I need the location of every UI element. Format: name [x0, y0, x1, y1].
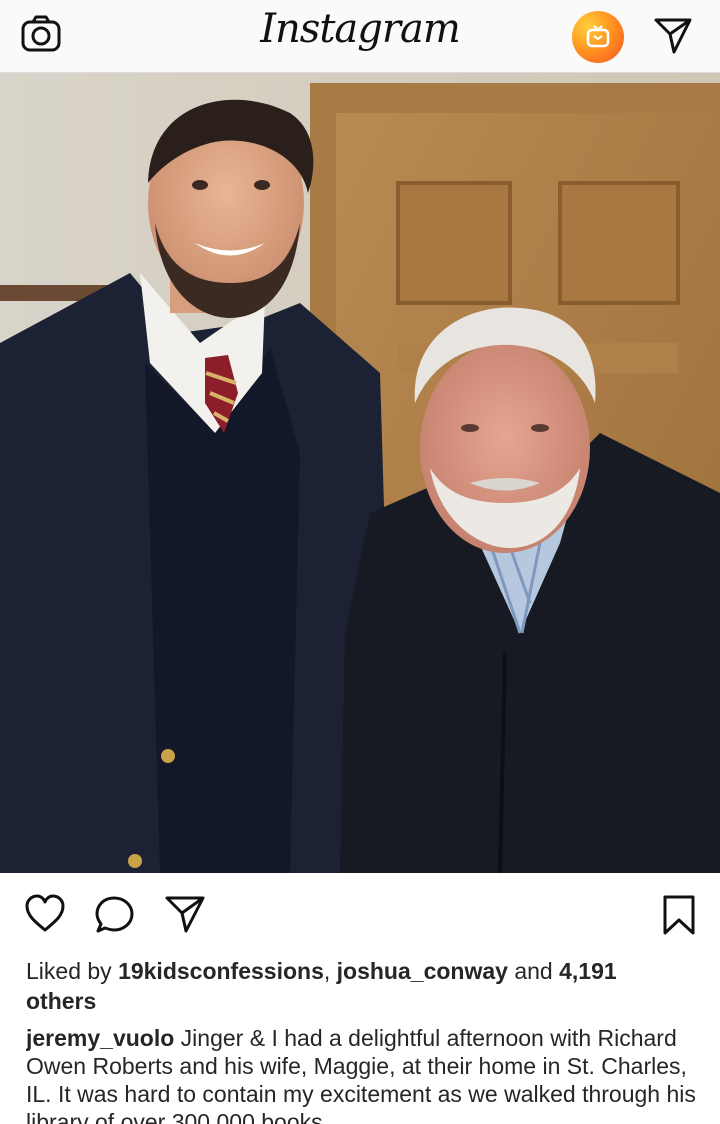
post-image — [0, 73, 720, 873]
comment-icon[interactable] — [94, 894, 136, 934]
bookmark-icon[interactable] — [662, 894, 696, 936]
liker-username-2[interactable]: joshua_conway — [337, 958, 508, 984]
direct-message-icon[interactable] — [652, 14, 694, 56]
likes-separator: , — [323, 958, 337, 984]
top-navigation-bar: Instagram — [0, 0, 720, 73]
likes-summary: Liked by 19kidsconfessions, joshua_conwa… — [26, 956, 696, 1016]
liker-username-1[interactable]: 19kidsconfessions — [118, 958, 324, 984]
heart-icon[interactable] — [24, 894, 66, 934]
post-caption: jeremy_vuolo Jinger & I had a delightful… — [26, 1024, 696, 1124]
likes-prefix: Liked by — [26, 958, 119, 984]
post-photo[interactable] — [0, 73, 720, 873]
likes-others[interactable]: others — [26, 988, 96, 1014]
igtv-icon — [586, 25, 610, 48]
post-action-bar — [0, 874, 720, 954]
share-icon[interactable] — [164, 894, 206, 934]
igtv-button[interactable] — [572, 11, 624, 63]
likes-and: and — [507, 958, 560, 984]
likes-count[interactable]: 4,191 — [559, 958, 617, 984]
caption-username[interactable]: jeremy_vuolo — [26, 1025, 174, 1051]
